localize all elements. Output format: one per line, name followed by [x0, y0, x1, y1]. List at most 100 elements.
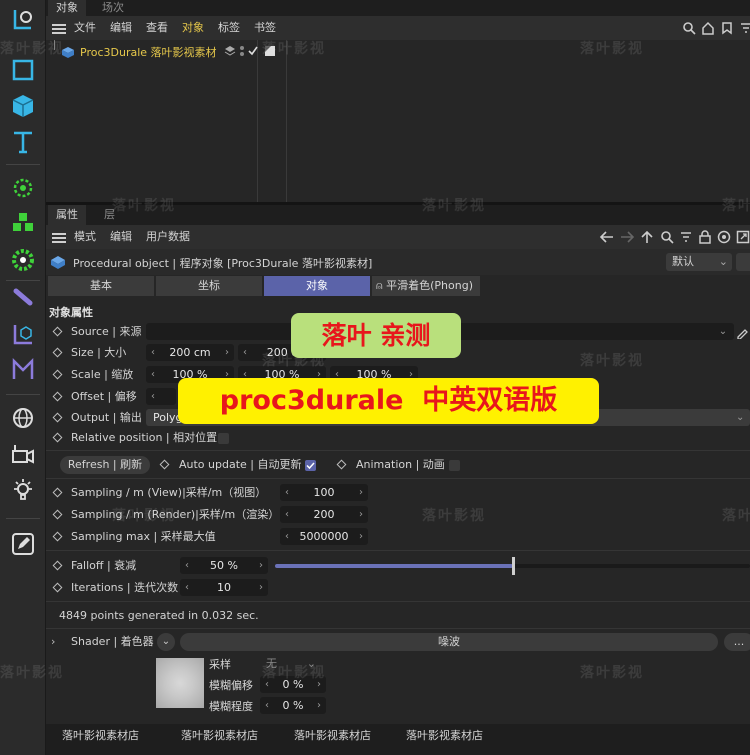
gear-flower-icon[interactable]: [6, 244, 40, 276]
tab-basic[interactable]: 基本: [48, 276, 154, 296]
keyframe-diamond-icon[interactable]: [336, 459, 347, 470]
hamburger-icon[interactable]: [52, 24, 66, 34]
menu-object[interactable]: 对象: [182, 16, 204, 40]
layer-icon[interactable]: [224, 45, 236, 60]
source-label: Source | 来源: [71, 325, 142, 338]
globe-icon[interactable]: [6, 402, 40, 434]
scene-icon[interactable]: [6, 354, 40, 386]
iterations-field[interactable]: ‹ 10 ›: [180, 579, 268, 596]
falloff-slider-handle[interactable]: [511, 557, 515, 575]
search-icon[interactable]: [682, 21, 696, 38]
pick-icon[interactable]: [736, 325, 750, 342]
camera-icon[interactable]: [6, 438, 40, 470]
keyframe-diamond-icon[interactable]: [52, 391, 63, 402]
mode-dropdown[interactable]: 默认 ⌄: [666, 253, 732, 271]
arrow-up-icon[interactable]: [640, 230, 654, 247]
menu-user-data[interactable]: 用户数据: [146, 225, 190, 249]
object-row[interactable]: Proc3Durale 落叶影视素材: [46, 43, 275, 61]
autoupdate-checkbox[interactable]: [305, 460, 316, 471]
home-icon[interactable]: [701, 21, 715, 38]
keyframe-diamond-icon[interactable]: [52, 347, 63, 358]
text-icon[interactable]: [6, 126, 40, 158]
size-x-field[interactable]: ‹ 200 cm ›: [146, 344, 234, 361]
spline-icon[interactable]: [6, 282, 40, 314]
watermark: 落叶影视: [722, 508, 750, 524]
relpos-row: Relative position | 相对位置: [46, 427, 750, 449]
shader-button[interactable]: 噪波: [180, 633, 718, 651]
shader-label: Shader | 着色器: [71, 635, 154, 648]
sampling-render-field[interactable]: ‹ 200 ›: [280, 506, 368, 523]
null-object-icon[interactable]: [6, 4, 40, 36]
bookmark-icon[interactable]: [720, 21, 734, 38]
shader-row: › Shader | 着色器 ⌄ 噪波 ...: [46, 631, 750, 653]
axis-icon[interactable]: [6, 318, 40, 350]
tab-object[interactable]: 对象: [264, 276, 370, 296]
keyframe-diamond-icon[interactable]: [52, 487, 63, 498]
tab-objects[interactable]: 对象: [48, 0, 86, 16]
menu-edit[interactable]: 编辑: [110, 16, 132, 40]
hamburger-icon[interactable]: [52, 233, 66, 243]
keyframe-diamond-icon[interactable]: [52, 531, 63, 542]
object-properties: 对象属性 Source | 来源 ⌄ Size | 大小 ‹ 200 cm › ‹ 2…: [46, 298, 750, 755]
keyframe-diamond-icon[interactable]: [52, 412, 63, 423]
relpos-checkbox[interactable]: [218, 433, 229, 444]
chevron-right-icon[interactable]: ›: [51, 635, 55, 648]
tab-phong[interactable]: ⍝ 平滑着色(Phong): [372, 276, 480, 296]
menu-file[interactable]: 文件: [74, 16, 96, 40]
mograph-icon[interactable]: [6, 208, 40, 240]
new-window-icon[interactable]: [736, 230, 750, 247]
cube-outline-icon[interactable]: [6, 54, 40, 86]
search-icon[interactable]: [660, 230, 674, 247]
menu-view[interactable]: 查看: [146, 16, 168, 40]
keyframe-diamond-icon[interactable]: [52, 560, 63, 571]
keyframe-diamond-icon[interactable]: [52, 582, 63, 593]
deformer-icon[interactable]: [6, 172, 40, 204]
menu-mode[interactable]: 模式: [74, 225, 96, 249]
filter-icon[interactable]: [679, 230, 693, 247]
tab-coordinates[interactable]: 坐标: [156, 276, 262, 296]
menu-edit[interactable]: 编辑: [110, 225, 132, 249]
falloff-field[interactable]: ‹ 50 % ›: [180, 557, 268, 574]
refresh-button[interactable]: Refresh | 刷新: [60, 456, 150, 474]
enabled-check-icon[interactable]: [247, 45, 259, 60]
menu-tags[interactable]: 标签: [218, 16, 240, 40]
menu-bookmarks[interactable]: 书签: [254, 16, 276, 40]
object-manager-tabs: 对象 场次: [46, 0, 750, 16]
lock-icon[interactable]: [698, 230, 712, 247]
edit-icon[interactable]: [6, 528, 40, 560]
keyframe-diamond-icon[interactable]: [52, 432, 63, 443]
animation-checkbox[interactable]: [449, 460, 460, 471]
object-list: Proc3Durale 落叶影视素材: [46, 40, 750, 202]
visibility-dots-icon[interactable]: [238, 45, 246, 60]
filter-icon[interactable]: [739, 21, 750, 38]
refresh-row: Refresh | 刷新 Auto update | 自动更新 Animatio…: [46, 454, 750, 476]
arrow-left-icon[interactable]: [599, 230, 615, 247]
falloff-slider-fill: [275, 564, 513, 568]
light-icon[interactable]: [6, 474, 40, 506]
sampling-max-field[interactable]: ‹ 5000000 ›: [280, 528, 368, 545]
watermark: 落叶影视: [0, 665, 64, 681]
tab-attributes[interactable]: 属性: [48, 205, 86, 225]
tab-takes[interactable]: 场次: [94, 0, 132, 16]
blur-degree-field[interactable]: ‹ 0 % ›: [260, 697, 326, 714]
arrow-right-icon[interactable]: [619, 230, 635, 247]
footer-tab[interactable]: 落叶影视素材店: [294, 724, 371, 748]
keyframe-diamond-icon[interactable]: [52, 326, 63, 337]
falloff-slider[interactable]: [275, 557, 750, 575]
keyframe-diamond-icon[interactable]: [52, 509, 63, 520]
footer-tab[interactable]: 落叶影视素材店: [406, 724, 483, 748]
mode-dropdown-extra[interactable]: [736, 253, 750, 271]
target-icon[interactable]: [717, 230, 731, 247]
keyframe-diamond-icon[interactable]: [159, 459, 170, 470]
object-name[interactable]: Proc3Durale 落叶影视素材: [80, 44, 217, 60]
footer-tab[interactable]: 落叶影视素材店: [181, 724, 258, 748]
footer-tab[interactable]: 落叶影视素材店: [62, 724, 139, 748]
shader-more-button[interactable]: ...: [724, 633, 750, 651]
procedural-object-icon: [50, 255, 66, 272]
offset-x-field[interactable]: ‹: [146, 388, 176, 405]
keyframe-diamond-icon[interactable]: [52, 369, 63, 380]
shader-menu-button[interactable]: ⌄: [157, 633, 175, 651]
iterations-row: Iterations | 迭代次数 ‹ 10 ›: [46, 577, 750, 599]
cube-icon[interactable]: [6, 90, 40, 122]
sampling-view-field[interactable]: ‹ 100 ›: [280, 484, 368, 501]
